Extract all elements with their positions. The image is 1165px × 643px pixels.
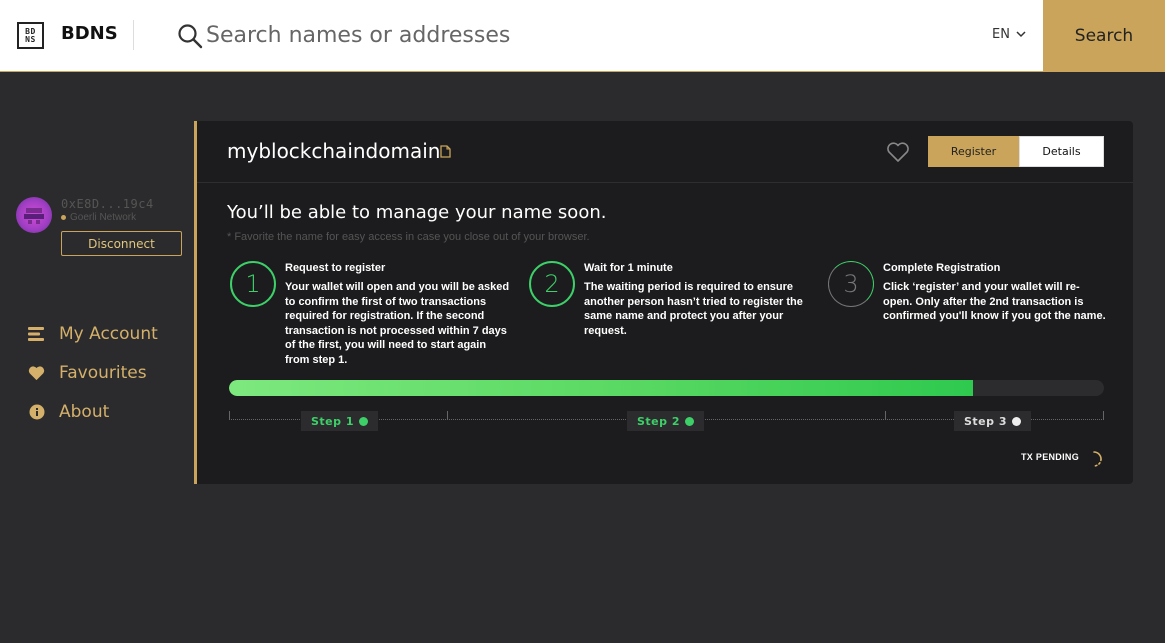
registration-card: myblockchaindomain Register Details You’… (194, 121, 1133, 484)
sidebar-item-about[interactable]: About (28, 402, 109, 422)
step-number-circle: 1 (230, 261, 276, 307)
step-description: Click ‘register’ and your wallet will re… (883, 281, 1106, 323)
list-icon (28, 326, 45, 342)
logo-text-bottom: NS (25, 34, 36, 44)
timeline-step-3: Step 3 (954, 411, 1031, 431)
sidebar-item-label: About (59, 402, 110, 422)
step-number-circle: 3 (828, 261, 874, 307)
heart-icon (28, 365, 45, 381)
tx-status: TX PENDING (1021, 452, 1080, 462)
search-input[interactable] (206, 16, 966, 54)
step-description: Your wallet will open and you will be as… (285, 281, 510, 366)
step-number-circle: 2 (529, 261, 575, 307)
tab-details[interactable]: Details (1019, 136, 1104, 167)
search-button[interactable]: Search (1043, 0, 1165, 72)
avatar-pattern-icon (24, 208, 44, 224)
language-label: EN (992, 27, 1010, 42)
sidebar-item-label: My Account (59, 324, 158, 344)
chevron-down-icon (1016, 31, 1026, 38)
search-icon (178, 24, 203, 49)
tab-register[interactable]: Register (928, 136, 1019, 167)
step-description: The waiting period is required to ensure… (584, 281, 803, 337)
registration-progress-bar (229, 380, 1104, 396)
copy-icon[interactable] (440, 145, 451, 158)
step-title: Request to register (285, 262, 386, 274)
top-bar: BD NS BDNS EN Search (0, 0, 1165, 72)
timeline-tick (885, 411, 886, 420)
disconnect-button[interactable]: Disconnect (61, 231, 182, 256)
network-status: Goerli Network (61, 212, 136, 223)
timeline-tick (447, 411, 448, 420)
language-selector[interactable]: EN (992, 27, 1026, 42)
favourite-heart-icon[interactable] (886, 141, 910, 163)
step-title: Wait for 1 minute (584, 262, 673, 274)
loading-spinner-icon (1093, 451, 1102, 467)
sidebar-item-label: Favourites (59, 363, 147, 383)
wallet-address: 0xE8D...19c4 (61, 197, 154, 211)
domain-name: myblockchaindomain (227, 139, 441, 163)
timeline-step-label: Step 1 (311, 414, 354, 428)
header-divider (133, 20, 134, 50)
bdns-logo[interactable]: BD NS (17, 22, 44, 49)
favourite-hint: * Favorite the name for easy access in c… (227, 231, 590, 243)
timeline-step-label: Step 3 (964, 414, 1007, 428)
network-dot-icon (61, 215, 66, 220)
step-complete-dot-icon (685, 416, 694, 426)
step-complete-dot-icon (359, 416, 368, 426)
progress-fill (229, 380, 973, 396)
timeline-step-2: Step 2 (627, 411, 704, 431)
timeline-tick (1103, 411, 1104, 420)
avatar (16, 197, 52, 233)
page-title: You’ll be able to manage your name soon. (227, 202, 607, 223)
timeline-step-label: Step 2 (637, 414, 680, 428)
step-current-dot-icon (1012, 416, 1021, 426)
sidebar-item-favourites[interactable]: Favourites (28, 363, 147, 383)
brand-name[interactable]: BDNS (61, 23, 118, 44)
card-header: myblockchaindomain Register Details (197, 121, 1133, 183)
network-label: Goerli Network (70, 212, 137, 223)
step-title: Complete Registration (883, 262, 1001, 274)
timeline-tick (229, 411, 230, 420)
sidebar-item-my-account[interactable]: My Account (28, 324, 158, 344)
timeline-step-1: Step 1 (301, 411, 378, 431)
info-icon (28, 404, 45, 420)
